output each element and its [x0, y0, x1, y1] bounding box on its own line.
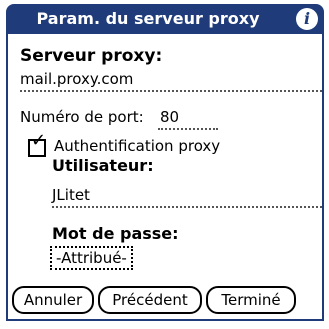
done-button[interactable]: Terminé — [206, 286, 296, 314]
port-field[interactable]: 80 — [160, 108, 179, 126]
proxy-settings-screen: Param. du serveur proxy i Serveur proxy:… — [0, 0, 329, 329]
user-field[interactable]: JLitet — [52, 186, 90, 204]
proxy-server-underline — [20, 90, 322, 92]
proxy-server-field[interactable]: mail.proxy.com — [20, 70, 133, 88]
checkmark-icon: ✓ — [31, 130, 47, 151]
user-underline — [52, 206, 322, 208]
form-panel: Serveur proxy: mail.proxy.com Numéro de … — [6, 34, 324, 321]
title-bar: Param. du serveur proxy i — [6, 4, 324, 34]
password-label: Mot de passe: — [52, 224, 179, 243]
port-label: Numéro de port: — [20, 108, 144, 126]
proxy-server-label: Serveur proxy: — [20, 46, 163, 66]
auth-checkbox[interactable]: ✓ — [28, 132, 46, 157]
password-field[interactable]: -Attribué- — [50, 246, 133, 270]
cancel-button[interactable]: Annuler — [12, 286, 94, 314]
auth-checkbox-label[interactable]: Authentification proxy — [54, 137, 220, 155]
info-icon[interactable]: i — [296, 8, 318, 30]
port-underline — [158, 128, 218, 130]
page-title: Param. du serveur proxy — [36, 9, 260, 28]
previous-button[interactable]: Précédent — [98, 286, 202, 314]
user-label: Utilisateur: — [52, 156, 154, 175]
